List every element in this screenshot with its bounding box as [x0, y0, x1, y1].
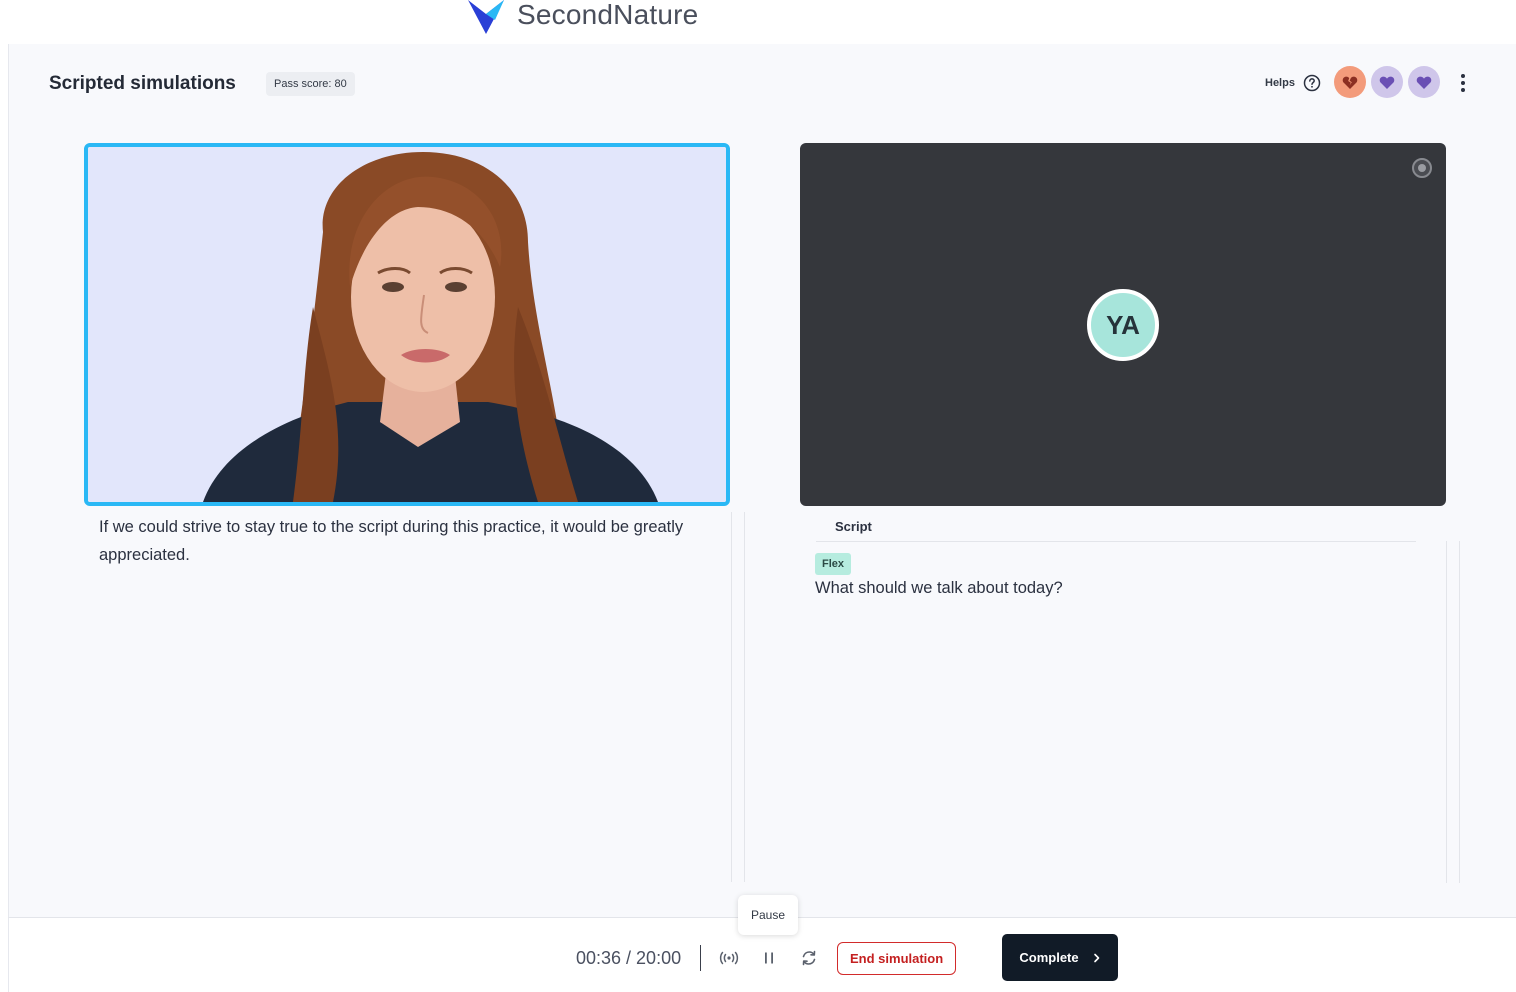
audio-broadcast-button[interactable]	[718, 947, 740, 969]
helps-label: Helps	[1265, 77, 1295, 89]
scroll-track	[1446, 541, 1447, 883]
pass-score-label: Pass score:	[274, 78, 332, 90]
script-heading: Script	[835, 519, 872, 534]
pass-score-value: 80	[334, 78, 347, 90]
helps-button[interactable]: Helps	[1265, 74, 1321, 92]
lives-indicator	[1334, 66, 1440, 98]
chevron-right-icon	[1093, 953, 1099, 962]
session-timer: 00:36 / 20:00	[576, 948, 682, 968]
pause-icon	[765, 952, 773, 964]
recording-indicator-icon	[1412, 158, 1432, 178]
pause-button[interactable]	[758, 947, 780, 969]
restart-button[interactable]	[798, 947, 820, 969]
avatar-portrait-image	[88, 147, 726, 502]
flex-tag: Flex	[815, 553, 852, 575]
broken-heart-icon	[1342, 76, 1358, 89]
script-line: What should we talk about today?	[815, 579, 1063, 597]
heart-broken	[1334, 66, 1366, 98]
refresh-icon	[802, 950, 816, 966]
ai-avatar-video	[84, 143, 730, 506]
complete-button[interactable]: Complete	[1002, 934, 1118, 981]
column-divider	[731, 512, 732, 882]
user-video-feed: YA	[800, 143, 1446, 506]
brand-name: SecondNature	[517, 0, 699, 30]
script-divider	[816, 541, 1416, 542]
simulation-workspace: Scripted simulations Pass score: 80 Help…	[8, 44, 1516, 917]
page-title: Scripted simulations	[49, 73, 236, 94]
column-divider	[744, 512, 745, 882]
more-options-icon[interactable]	[1455, 72, 1471, 94]
logo-icon	[468, 0, 504, 34]
pause-tooltip: Pause	[738, 895, 798, 935]
scroll-track	[1459, 541, 1460, 883]
heart-full	[1408, 66, 1440, 98]
top-bar: SecondNature	[0, 0, 1516, 44]
complete-label: Complete	[1019, 950, 1079, 965]
pass-score-badge: Pass score: 80	[266, 72, 355, 96]
heart-full	[1371, 66, 1403, 98]
end-simulation-button[interactable]: End simulation	[837, 942, 957, 975]
brand-logo[interactable]: SecondNature	[465, 0, 698, 36]
avatar-transcript: If we could strive to stay true to the s…	[99, 518, 684, 564]
question-circle-icon	[1303, 74, 1321, 92]
user-avatar: YA	[1087, 289, 1159, 361]
heart-icon	[1379, 76, 1395, 89]
heart-icon	[1416, 76, 1432, 89]
timer-divider	[700, 945, 701, 971]
broadcast-icon	[719, 951, 739, 965]
